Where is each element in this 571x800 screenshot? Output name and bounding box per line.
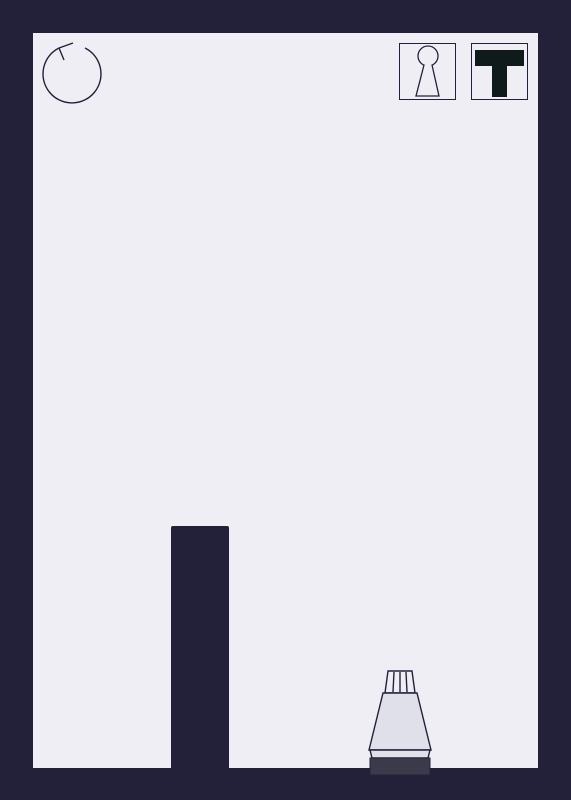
playfield [33, 33, 538, 768]
restart-button[interactable] [40, 34, 104, 104]
t-tetromino-icon [475, 50, 524, 97]
keyhole-slot[interactable] [399, 43, 456, 100]
restart-arrow-icon [42, 42, 102, 104]
keyhole-icon [415, 45, 440, 97]
wall-pillar [171, 526, 229, 768]
cannon-icon [368, 670, 432, 776]
player-cannon[interactable] [366, 668, 434, 776]
piece-slot[interactable] [471, 43, 528, 100]
